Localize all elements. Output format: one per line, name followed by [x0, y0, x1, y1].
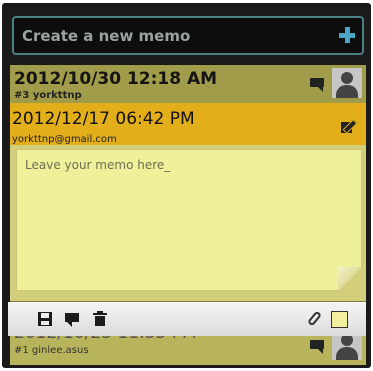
memo-app-frame: Create a new memo 2012/10/30 12:18 AM #3…: [2, 3, 371, 368]
memo-author: #1 ginlee.asus: [14, 345, 89, 356]
color-picker-button[interactable]: [331, 311, 348, 328]
edit-icon[interactable]: [341, 119, 358, 134]
memo-editor-area: Leave your memo here_: [10, 145, 366, 301]
page-curl: [338, 267, 362, 291]
memo-text-field[interactable]: Leave your memo here_: [16, 149, 362, 291]
new-memo-placeholder: Create a new memo: [22, 27, 191, 45]
save-icon[interactable]: [37, 311, 53, 327]
memo-placeholder: Leave your memo here_: [25, 158, 171, 172]
new-memo-input[interactable]: Create a new memo: [12, 16, 364, 55]
editor-toolbar: [8, 302, 366, 336]
active-memo-author: yorkttnp@gmail.com: [12, 134, 117, 145]
comment-icon[interactable]: [310, 77, 326, 93]
plus-icon[interactable]: [336, 24, 358, 46]
comment-add-icon[interactable]: [64, 311, 80, 327]
active-memo-header[interactable]: 2012/12/17 06:42 PM yorkttnp@gmail.com: [10, 103, 366, 145]
memo-list-item[interactable]: 2012/10/30 12:18 AM #3 yorkttnp: [10, 65, 366, 103]
comment-icon[interactable]: [310, 339, 326, 355]
trash-icon[interactable]: [92, 311, 108, 327]
active-memo-date: 2012/12/17 06:42 PM: [12, 109, 195, 129]
paperclip-icon[interactable]: [306, 310, 324, 327]
memo-author: #3 yorkttnp: [14, 90, 82, 101]
avatar: [332, 68, 362, 98]
memo-date: 2012/10/30 12:18 AM: [14, 69, 218, 89]
